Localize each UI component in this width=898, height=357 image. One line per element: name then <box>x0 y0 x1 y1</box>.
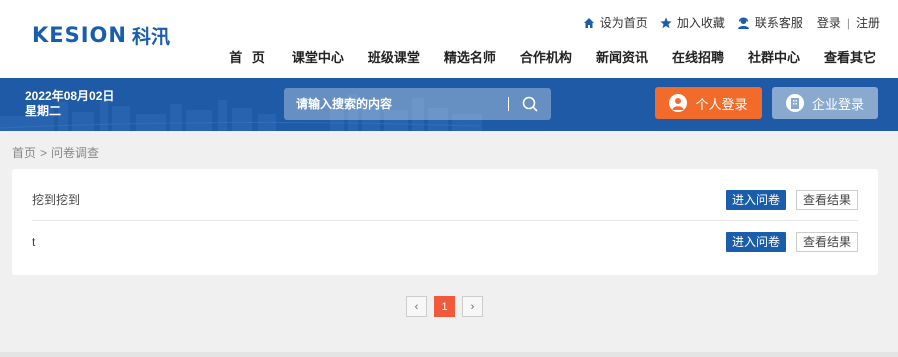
building-icon <box>785 94 804 112</box>
nav-item-class-course[interactable]: 班级课堂 <box>368 47 420 66</box>
corporate-login-label: 企业登录 <box>811 96 864 112</box>
nav-item-classroom-center[interactable]: 课堂中心 <box>292 47 344 66</box>
add-favorite-link[interactable]: 加入收藏 <box>660 14 725 31</box>
personal-login-label: 个人登录 <box>695 96 748 112</box>
weekday-text: 星期二 <box>25 104 62 118</box>
search-button[interactable] <box>520 94 540 114</box>
nav-item-teachers[interactable]: 精选名师 <box>444 47 496 66</box>
next-page-button[interactable]: › <box>462 296 483 317</box>
site-logo[interactable]: KESION 科汛 <box>32 22 170 48</box>
corporate-login-button[interactable]: 企业登录 <box>772 87 878 119</box>
contact-service-label: 联系客服 <box>754 16 803 30</box>
enter-survey-button[interactable]: 进入问卷 <box>725 232 786 252</box>
set-homepage-link[interactable]: 设为首页 <box>583 14 648 31</box>
enter-survey-button[interactable]: 进入问卷 <box>725 189 786 210</box>
register-link[interactable]: 注册 <box>856 14 880 31</box>
star-icon <box>660 17 672 28</box>
survey-list: 挖到挖到 进入问卷 查看结果 t 进入问卷 查看结果 <box>12 169 878 275</box>
nav-item-community[interactable]: 社群中心 <box>748 47 800 66</box>
main-nav: 首 页 课堂中心 班级课堂 精选名师 合作机构 新闻资讯 在线招聘 社群中心 查… <box>229 47 876 66</box>
nav-item-home[interactable]: 首 页 <box>229 47 268 66</box>
survey-row: t 进入问卷 查看结果 <box>32 221 858 263</box>
customer-service-icon <box>737 17 749 29</box>
add-favorite-label: 加入收藏 <box>676 16 725 30</box>
logo-text: KESION <box>32 23 127 47</box>
nav-item-institutions[interactable]: 合作机构 <box>520 47 572 66</box>
set-homepage-label: 设为首页 <box>599 16 648 30</box>
top-links: 设为首页 加入收藏 联系客服 登录 | 注册 <box>571 14 880 31</box>
date-display: 2022年08月02日 星期二 <box>25 89 114 119</box>
logo-cn-text: 科汛 <box>131 25 170 48</box>
survey-title[interactable]: t <box>32 235 726 249</box>
breadcrumb: 首页 > 问卷调查 <box>12 144 99 161</box>
login-link[interactable]: 登录 <box>817 14 841 31</box>
view-results-button[interactable]: 查看结果 <box>795 189 858 210</box>
auth-separator: | <box>846 15 850 30</box>
view-results-button[interactable]: 查看结果 <box>795 232 858 252</box>
auth-links: 登录 | 注册 <box>817 14 880 31</box>
search-band: 2022年08月02日 星期二 个人登录 企业登录 <box>0 78 898 131</box>
footer-divider <box>0 352 898 357</box>
survey-row: 挖到挖到 进入问卷 查看结果 <box>32 179 858 221</box>
nav-item-news[interactable]: 新闻资讯 <box>596 47 648 66</box>
pagination: ‹ 1 › <box>406 296 483 317</box>
personal-login-button[interactable]: 个人登录 <box>655 87 762 119</box>
date-text: 2022年08月02日 <box>25 89 115 103</box>
survey-title[interactable]: 挖到挖到 <box>32 191 726 208</box>
header: KESION 科汛 设为首页 加入收藏 联系客服 登录 | 注册 首 页 课堂中… <box>0 0 898 78</box>
contact-service-link[interactable]: 联系客服 <box>737 14 803 31</box>
search-divider <box>508 97 509 111</box>
nav-item-jobs[interactable]: 在线招聘 <box>672 47 724 66</box>
nav-item-more[interactable]: 查看其它 <box>824 47 876 66</box>
breadcrumb-separator: > <box>40 146 48 160</box>
search-icon <box>522 96 538 112</box>
user-icon <box>669 94 688 112</box>
breadcrumb-home[interactable]: 首页 <box>12 146 36 160</box>
search-box <box>284 88 551 120</box>
prev-page-button[interactable]: ‹ <box>406 296 427 317</box>
page-1-button[interactable]: 1 <box>434 296 455 317</box>
home-icon <box>583 17 594 28</box>
breadcrumb-current: 问卷调查 <box>51 146 100 160</box>
search-input[interactable] <box>284 88 504 120</box>
